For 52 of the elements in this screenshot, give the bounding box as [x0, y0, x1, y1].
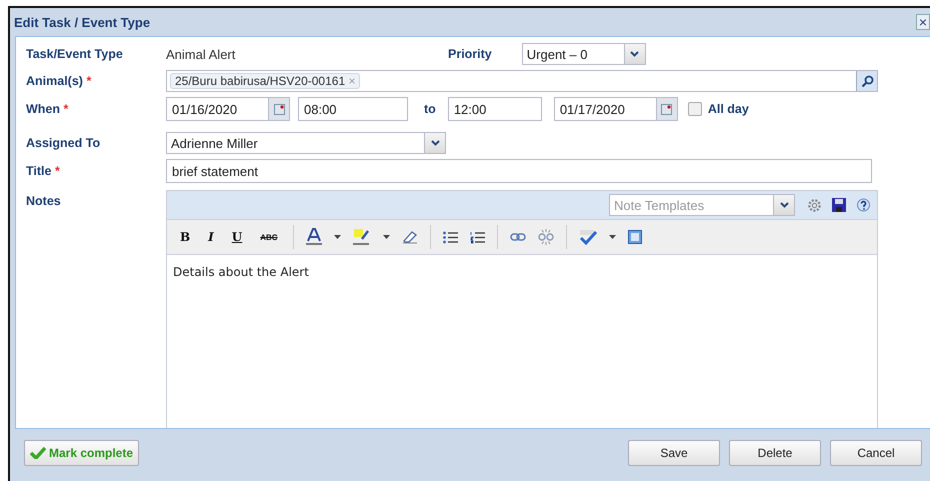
format-button[interactable]: I [205, 230, 217, 244]
all-day-label: All day [708, 102, 749, 116]
calendar-icon [274, 104, 284, 114]
checkmark-icon [30, 447, 46, 459]
to-label: to [424, 102, 436, 116]
format-button[interactable]: U [228, 230, 246, 244]
dialog-button[interactable]: Delete [729, 440, 821, 466]
field-label: Priority [448, 47, 492, 61]
bulleted-list-icon[interactable] [442, 230, 458, 244]
start-date-field[interactable]: 01/16/2020 [166, 97, 290, 121]
dropdown-arrow-icon[interactable] [608, 235, 616, 239]
spellcheck-icon[interactable] [578, 229, 597, 245]
dialog-button[interactable]: Cancel [830, 440, 922, 466]
field-label: When * [26, 102, 70, 116]
dropdown-arrow-icon[interactable] [334, 235, 341, 239]
field-label: Notes [26, 194, 62, 210]
priority-select[interactable]: Urgent – 0 [522, 43, 646, 65]
dropdown-arrow-icon[interactable] [382, 235, 390, 239]
numbered-list-icon[interactable] [470, 230, 485, 244]
chevron-down-icon [780, 202, 788, 208]
calendar-icon [661, 104, 672, 114]
title-field[interactable]: brief statement [166, 159, 872, 183]
field-label: Task/Event Type [26, 47, 124, 61]
search-icon [860, 74, 874, 88]
format-button[interactable]: B [177, 230, 194, 244]
help-icon[interactable] [856, 198, 871, 212]
all-day-checkbox[interactable] [688, 102, 702, 116]
end-time-field[interactable]: 12:00 [448, 97, 542, 121]
dialog-button[interactable]: Save [628, 440, 720, 466]
highlight-icon[interactable] [352, 228, 371, 246]
eraser-icon[interactable] [402, 230, 418, 244]
type-value: Animal Alert [166, 46, 236, 62]
link-icon[interactable] [510, 233, 526, 241]
animal-tag: 25/Buru babirusa/HSV20-00161 × [170, 73, 360, 89]
start-time-field[interactable]: 08:00 [298, 97, 408, 121]
settings-icon[interactable] [807, 198, 822, 212]
chevron-down-icon [630, 51, 640, 57]
chevron-down-icon [430, 140, 440, 146]
assigned-to-select[interactable]: Adrienne Miller [166, 132, 446, 154]
search-button[interactable] [856, 71, 877, 91]
format-button[interactable]: ABC [257, 232, 281, 242]
font-color-icon[interactable] [306, 228, 322, 246]
end-date-field[interactable]: 01/17/2020 [554, 97, 678, 121]
notes-text[interactable]: Details about the Alert [167, 255, 315, 289]
field-label: Assigned To [26, 136, 102, 150]
source-view-icon[interactable] [628, 230, 642, 244]
field-label: Animal(s) * [26, 74, 92, 88]
animals-field[interactable]: 25/Buru babirusa/HSV20-00161 × [166, 70, 878, 92]
close-button[interactable]: × [916, 14, 930, 30]
window-title: Edit Task / Event Type [14, 14, 150, 30]
save-icon[interactable] [832, 198, 846, 212]
field-label: Title * [26, 164, 61, 178]
